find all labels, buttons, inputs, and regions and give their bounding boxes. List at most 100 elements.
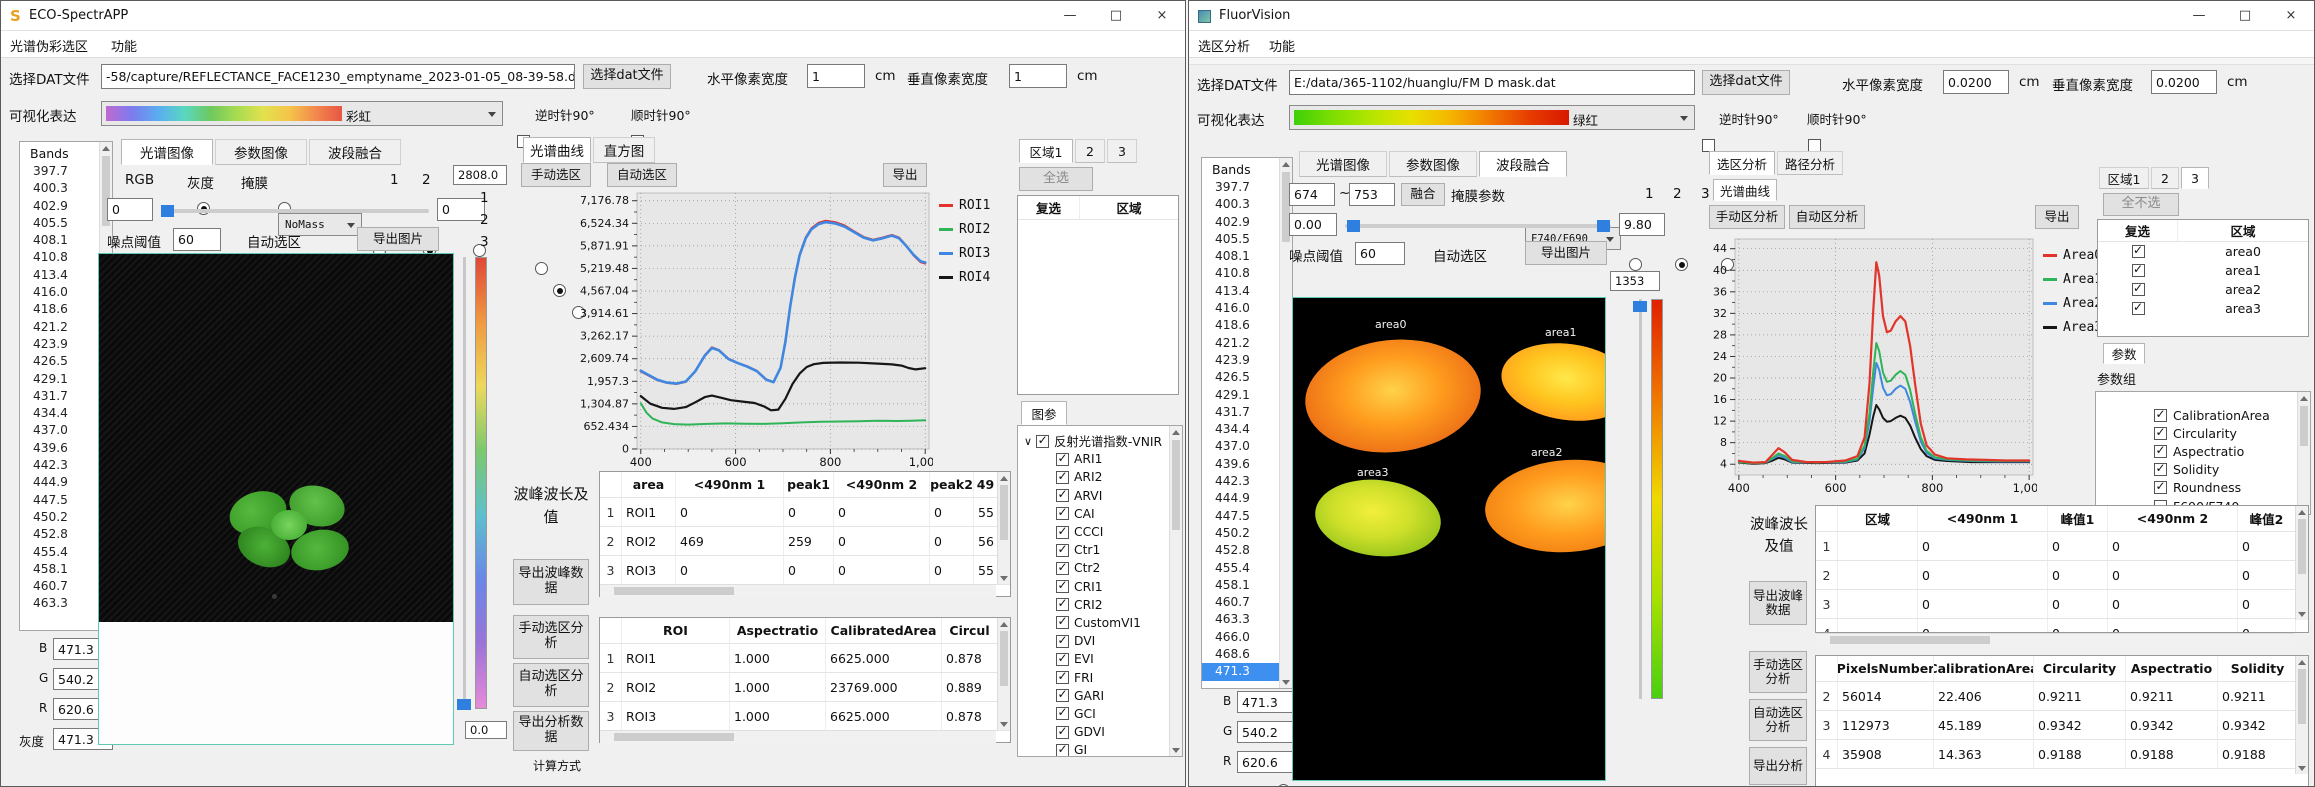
table-cell[interactable]: 0 (2238, 590, 2296, 618)
leaf-image-viewport[interactable]: area0 area1 area2 area3 (1292, 297, 1606, 781)
range-slider-track[interactable] (1345, 224, 1611, 228)
image-viewport[interactable] (98, 253, 454, 745)
table-header-cell[interactable]: Circularity (2034, 656, 2126, 681)
param-checkbox[interactable] (2154, 463, 2167, 476)
table-header-cell[interactable]: CalibratedArea (826, 618, 942, 643)
param-item[interactable]: Aspectratio (2154, 442, 2310, 460)
param-item[interactable]: Roundness (2154, 479, 2310, 497)
range-slider-handle[interactable] (161, 205, 174, 217)
table-cell[interactable]: 0 (2108, 590, 2238, 618)
tab-path-analysis[interactable]: 路径分析 (1777, 151, 1843, 175)
colorbar-max-value[interactable]: 1353 (1610, 271, 1660, 291)
tree-item[interactable]: GDVI (1018, 723, 1182, 741)
tree-item-checkbox[interactable] (1056, 707, 1069, 720)
select-all-button[interactable]: 全选 (1019, 167, 1093, 191)
legend-item[interactable]: Area2 (2043, 291, 2102, 315)
tree-item[interactable]: GARI (1018, 687, 1182, 705)
tree-item-checkbox[interactable] (1056, 562, 1069, 575)
table-row[interactable]: 10000 (1816, 532, 2308, 561)
view1-radio[interactable] (535, 262, 548, 275)
fusion-to-input[interactable]: 753 (1349, 183, 1395, 206)
table-cell[interactable]: 0 (2238, 532, 2296, 560)
tab-region-analysis[interactable]: 选区分析 (1709, 151, 1775, 175)
table-row[interactable]: 311297345.1890.93420.93420.9342 (1816, 711, 2308, 740)
auto-analysis-button[interactable]: 自动选区分析 (513, 663, 589, 707)
choose-dat-button[interactable]: 选择dat文件 (583, 64, 671, 89)
option1-radio[interactable] (1629, 258, 1642, 271)
maximize-button[interactable]: □ (2222, 1, 2268, 31)
tree-item-checkbox[interactable] (1056, 689, 1069, 702)
table-cell[interactable]: 0.9342 (2218, 711, 2298, 739)
peak-table-hscroll[interactable] (600, 584, 996, 597)
tree-item[interactable]: GCI (1018, 705, 1182, 723)
table-cell[interactable]: 6625.000 (826, 702, 942, 730)
param-scrollbar[interactable] (2297, 392, 2310, 514)
table-cell[interactable]: 0.9211 (2034, 682, 2126, 710)
select-none-button[interactable]: 全不选 (2103, 193, 2179, 216)
colorbar-min-value[interactable]: 0.0 (465, 721, 507, 739)
region-row[interactable]: area2 (2098, 280, 2308, 299)
table-row[interactable]: 40000 (1816, 619, 2308, 633)
table-cell[interactable]: 0 (2048, 590, 2108, 618)
region-tab-3[interactable]: 3 (1107, 139, 1137, 163)
table-cell[interactable]: 0.9188 (2126, 740, 2218, 768)
shape-table-vscroll[interactable] (997, 618, 1010, 730)
colormap-select[interactable]: 绿红 (1289, 105, 1695, 130)
table-header-cell[interactable]: peak1 (784, 472, 834, 497)
legend-item[interactable]: Area3 (2043, 315, 2102, 339)
range-min-input[interactable]: 0 (107, 198, 153, 221)
table-cell[interactable]: 0.9211 (2126, 682, 2218, 710)
tab-band-fusion[interactable]: 波段融合 (1479, 151, 1567, 177)
table-cell[interactable]: 55 (974, 498, 998, 526)
peak-table-vscroll[interactable] (997, 472, 1010, 584)
table-cell[interactable]: ROI3 (622, 702, 730, 730)
range-min-input[interactable]: 0.00 (1289, 213, 1337, 236)
tree-item[interactable]: CRI1 (1018, 578, 1182, 596)
legend-item[interactable]: Area1 (2043, 267, 2102, 291)
region-tab-2[interactable]: 2 (1075, 139, 1105, 163)
table-row[interactable]: 25601422.4060.92110.92110.9211 (1816, 682, 2308, 711)
legend-item[interactable]: ROI1 (939, 193, 990, 217)
table-cell[interactable]: 0 (930, 556, 974, 584)
table-cell[interactable]: 1.000 (730, 702, 826, 730)
choose-dat-button[interactable]: 选择dat文件 (1702, 70, 1790, 95)
tab-spectral-curve[interactable]: 光谱曲线 (1713, 179, 1777, 201)
legend-item[interactable]: ROI4 (939, 265, 990, 289)
tree-item[interactable]: Ctr1 (1018, 541, 1182, 559)
noise-threshold-input[interactable]: 60 (173, 228, 221, 251)
noise-threshold-input[interactable]: 60 (1355, 242, 1405, 265)
table-header-cell[interactable]: <490nm 1 (676, 472, 784, 497)
table-cell[interactable]: 0.9342 (2126, 711, 2218, 739)
table-cell[interactable] (1838, 532, 1918, 560)
tab-spectral-image[interactable]: 光谱图像 (121, 139, 213, 165)
tree-item[interactable]: CAI (1018, 505, 1182, 523)
menu-region-analysis[interactable]: 选区分析 (1198, 36, 1250, 55)
export-peaks-button[interactable]: 导出波峰数据 (513, 559, 589, 605)
manual-analysis-button[interactable]: 手动选区分析 (1749, 651, 1807, 693)
table-cell[interactable]: 56014 (1838, 682, 1934, 710)
channel-r-value[interactable]: 620.6 (1237, 751, 1295, 773)
param-item[interactable]: CalibrationArea (2154, 406, 2310, 424)
table-cell[interactable]: 0.878 (942, 644, 998, 672)
bands-scrollbar[interactable] (1279, 158, 1292, 688)
table-cell[interactable]: 0 (784, 556, 834, 584)
colormap-select[interactable]: 彩虹 (101, 101, 503, 126)
table-cell[interactable]: 0 (2108, 619, 2238, 633)
legend-item[interactable]: ROI2 (939, 217, 990, 241)
legend-item[interactable]: Area0 (2043, 243, 2102, 267)
tab-histogram[interactable]: 直方图 (593, 137, 655, 163)
range-slider-min-handle[interactable] (1347, 220, 1360, 232)
titlebar[interactable]: FluorVision — □ × (1189, 1, 2314, 31)
tree-expander-icon[interactable]: ∨ (1024, 435, 1032, 448)
export-image-button[interactable]: 导出图片 (1525, 241, 1607, 265)
range-slider-track[interactable] (161, 209, 429, 213)
channel-b-value[interactable]: 471.3 (1237, 691, 1295, 713)
tree-item-checkbox[interactable] (1056, 471, 1069, 484)
table-cell[interactable]: 0.9188 (2218, 740, 2298, 768)
v-pixel-width-input[interactable]: 0.0200 (2151, 70, 2217, 94)
table-cell[interactable]: ROI2 (622, 673, 730, 701)
table-header-cell[interactable]: PixelsNumber (1838, 656, 1934, 681)
tree-item[interactable]: ARI2 (1018, 468, 1182, 486)
fuse-button[interactable]: 融合 (1401, 183, 1445, 206)
region-checkbox[interactable] (2132, 302, 2145, 315)
